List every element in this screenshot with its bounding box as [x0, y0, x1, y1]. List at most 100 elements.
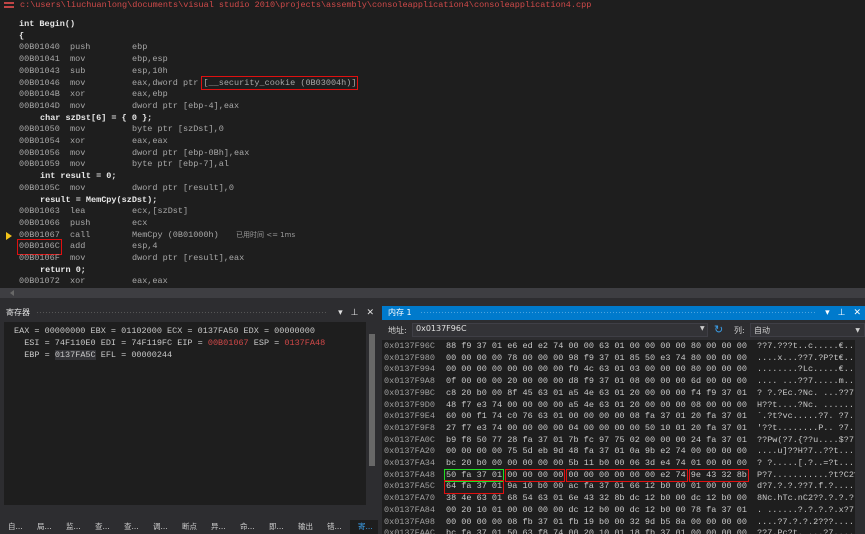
- instruction-operands: eax,dword ptr [__security_cookie (0B0300…: [132, 75, 359, 90]
- instruction-operands: eax,ebp: [132, 89, 168, 101]
- memory-row-ascii: . ......?.?.?.?.x?7.: [757, 504, 855, 515]
- memory-row-ascii: '??t........P.. ?7.: [757, 422, 854, 433]
- code-line[interactable]: 00B01059 mov byte ptr [ebp-7],al: [0, 159, 865, 171]
- code-line[interactable]: 00B01043 sub esp,10h: [0, 66, 865, 78]
- selected-register-value[interactable]: 0137FA5C: [54, 350, 96, 360]
- register-text: EAX = 00000000 EBX = 01102000 ECX = 0137…: [14, 326, 315, 336]
- code-line[interactable]: 00B01050 mov byte ptr [szDst],0: [0, 124, 865, 136]
- memory-row-address: 0x0137FA34: [384, 458, 436, 468]
- tab-debug-window[interactable]: 异...: [203, 520, 232, 534]
- drag-grip[interactable]: [36, 311, 328, 315]
- tab-debug-window[interactable]: 输出: [290, 520, 319, 534]
- memory-bytes: 9a 10 b0 00 ac fa 37 01 66 12 b0 00 01 0…: [507, 481, 747, 492]
- tab-debug-window[interactable]: 局...: [29, 520, 58, 534]
- code-line[interactable]: 00B0106C add esp,4: [0, 239, 865, 255]
- code-line[interactable]: 00B01072 xor eax,eax: [0, 276, 865, 288]
- memory-bytes: 00 00 00 00 00 00 00 00 f0 4c 63 01 03 0…: [446, 364, 747, 375]
- memory-row-address: 0x0137FA48: [384, 469, 436, 480]
- code-line[interactable]: int Begin(): [0, 19, 865, 31]
- dropdown-icon[interactable]: ▾: [825, 306, 830, 320]
- instruction-address: 00B01056: [19, 147, 60, 158]
- memory-row-address: 0x0137FA5C: [384, 481, 436, 492]
- register-line: ESI = 74F110E0 EDI = 74F119FC EIP = 00B0…: [14, 337, 325, 349]
- memory-bytes: 00 00 00 00 75 5d eb 9d 48 fa 37 01 0a 9…: [446, 446, 747, 457]
- close-icon[interactable]: ✕: [853, 306, 861, 320]
- code-line[interactable]: 00B01056 mov dword ptr [ebp-0Bh],eax: [0, 148, 865, 160]
- editor-horizontal-scrollbar[interactable]: [0, 288, 865, 298]
- instruction-mnemonic: xor: [70, 276, 86, 287]
- tab-debug-window[interactable]: 断点: [174, 520, 203, 534]
- pin-icon[interactable]: ⊥: [838, 306, 846, 320]
- instruction-address: 00B01072: [19, 276, 60, 287]
- disassembly-editor[interactable]: c:\users\liuchuanlong\documents\visual s…: [0, 0, 865, 288]
- code-line[interactable]: 00B01041 mov ebp,esp: [0, 54, 865, 66]
- memory-row-ascii: ??Pw(?7.{??u....$?7.: [757, 434, 855, 445]
- operands-text: dword ptr [ebp-4],eax: [132, 100, 240, 111]
- memory-vertical-scrollbar[interactable]: [855, 340, 865, 534]
- code-line[interactable]: return 0;: [0, 265, 865, 277]
- code-line[interactable]: 00B01066 push ecx: [0, 218, 865, 230]
- code-line[interactable]: 00B01046 mov eax,dword ptr [__security_coo…: [0, 75, 865, 90]
- instruction-address: 00B01067: [19, 229, 60, 240]
- memory-row-address: 0x0137F994: [384, 364, 436, 375]
- scroll-thumb[interactable]: [369, 334, 375, 466]
- operands-text: ecx: [132, 217, 148, 228]
- chevron-down-icon[interactable]: ▼: [700, 325, 705, 332]
- code-line[interactable]: 00B0104B xor eax,ebp: [0, 89, 865, 101]
- highlighted-bytes: 9e 43 32 8b: [688, 468, 749, 483]
- code-line[interactable]: char szDst[6] = { 0 };: [0, 113, 865, 125]
- highlighted-operand: [__security_cookie (0B03004h)]: [201, 75, 359, 90]
- memory-row-ascii: ??7.Pc?t. ...?7.....: [757, 528, 855, 534]
- dropdown-icon[interactable]: ▾: [338, 306, 343, 320]
- code-line[interactable]: 00B01067 call MemCpy (0B01000h) 已用时间 <= 1ms: [0, 230, 865, 242]
- memory-row-ascii: ....x...??7.?P?t€...: [757, 352, 855, 363]
- source-line: int Begin(): [19, 19, 76, 29]
- tab-debug-window[interactable]: 查...: [116, 520, 145, 534]
- operands-text: dword ptr [result],0: [132, 182, 235, 193]
- source-line: int result = 0;: [40, 171, 117, 182]
- tab-debug-window[interactable]: 即...: [261, 520, 290, 534]
- tab-debug-window[interactable]: 查...: [87, 520, 116, 534]
- columns-select[interactable]: 自动 ▼: [750, 323, 865, 337]
- tab-debug-window[interactable]: 寄...: [350, 520, 378, 534]
- pin-icon[interactable]: ⊥: [351, 306, 359, 320]
- registers-horizontal-scrollbar[interactable]: [4, 507, 366, 517]
- close-icon[interactable]: ✕: [366, 306, 374, 320]
- code-line[interactable]: int result = 0;: [0, 171, 865, 183]
- tab-debug-window[interactable]: 错...: [319, 520, 348, 534]
- tab-debug-window[interactable]: 命...: [232, 520, 261, 534]
- code-line[interactable]: 00B0105C mov dword ptr [result],0: [0, 183, 865, 195]
- memory-content[interactable]: 0x0137F96C 88 f9 37 01 e6 ed e2 74 00 00 …: [382, 340, 855, 534]
- memory-bytes: 60 00 f1 74 c0 76 63 01 00 00 00 00 08 f…: [446, 411, 747, 422]
- registers-vertical-scrollbar[interactable]: [366, 322, 378, 505]
- instruction-operands: ebp,esp: [132, 54, 168, 66]
- refresh-icon[interactable]: ↻: [714, 323, 723, 336]
- scroll-left-icon[interactable]: [10, 290, 14, 296]
- tab-debug-window[interactable]: 监...: [58, 520, 87, 534]
- memory-row-address: 0x0137FA0C: [384, 434, 436, 445]
- code-line[interactable]: result = MemCpy(szDst);: [0, 195, 865, 207]
- register-text: ESI = 74F110E0 EDI = 74F119FC EIP =: [14, 338, 208, 348]
- drag-grip[interactable]: [420, 311, 815, 315]
- instruction-mnemonic: sub: [70, 65, 86, 76]
- highlighted-bytes: 64 fa 37 01: [443, 480, 505, 495]
- memory-bytes: 27 f7 e3 74 00 00 00 00 04 00 00 00 00 5…: [446, 422, 747, 433]
- code-line[interactable]: 00B01063 lea ecx,[szDst]: [0, 206, 865, 218]
- instruction-operands: ebp: [132, 42, 147, 54]
- code-line[interactable]: {: [0, 31, 865, 43]
- tab-debug-window[interactable]: 自...: [0, 520, 29, 534]
- memory-bytes: 88 f9 37 01 e6 ed e2 74 00 00 63 01 00 0…: [446, 341, 747, 351]
- registers-content: EAX = 00000000 EBX = 01102000 ECX = 0137…: [4, 322, 366, 505]
- code-line[interactable]: 00B01054 xor eax,eax: [0, 136, 865, 148]
- code-line[interactable]: 00B0106F mov dword ptr [result],eax: [0, 253, 865, 265]
- instruction-mnemonic: mov: [70, 182, 86, 193]
- instruction-address: 00B01040: [19, 42, 60, 53]
- code-line[interactable]: 00B0104D mov dword ptr [ebp-4],eax: [0, 101, 865, 113]
- code-line[interactable]: 00B01040 push ebp: [0, 42, 865, 54]
- operands-text: byte ptr [ebp-7],al: [132, 159, 229, 170]
- address-input[interactable]: 0x0137F96C: [412, 323, 708, 337]
- instruction-address: 00B01066: [19, 217, 60, 228]
- instruction-mnemonic: mov: [70, 253, 86, 263]
- columns-label: 列:: [734, 326, 745, 335]
- tab-debug-window[interactable]: 调...: [145, 520, 174, 534]
